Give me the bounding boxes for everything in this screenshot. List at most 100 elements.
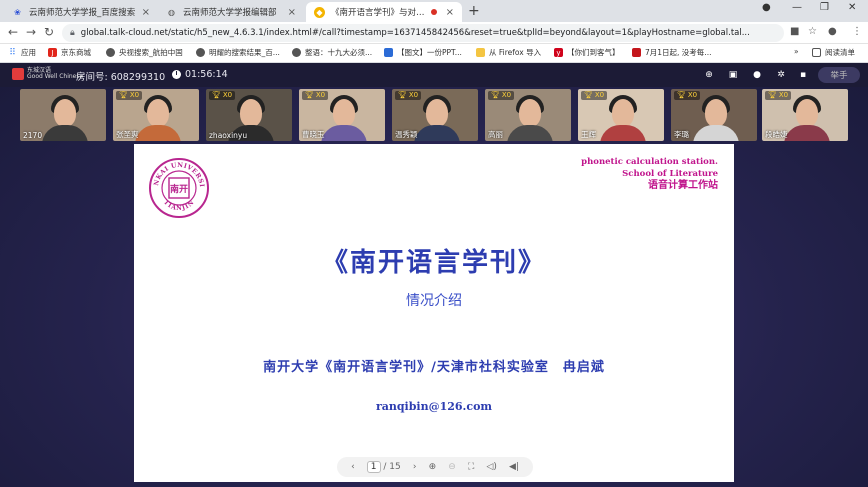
tab-talk-cloud[interactable]: ◆ 《南开语言学刊》与对外汉语 × <box>306 2 462 22</box>
trophy-icon: 🏆︎ <box>305 91 314 99</box>
camera-icon[interactable]: ■ <box>790 26 799 37</box>
video-tile[interactable]: 🏆︎ X0 李璐 <box>671 89 757 141</box>
trophy-icon: 🏆︎ <box>768 91 777 99</box>
bookmark-19th[interactable]: 整语：十九大必须... <box>292 47 372 58</box>
raise-hand-button[interactable]: 举手 <box>818 67 860 83</box>
video-tile[interactable]: 🏆︎ X0 段皓婕 <box>762 89 848 141</box>
video-tile[interactable]: 2170 <box>20 89 106 141</box>
logo-mark-icon <box>12 68 24 80</box>
fullscreen-icon[interactable]: ▪ <box>798 70 808 80</box>
minimize-icon[interactable]: — <box>792 2 802 13</box>
jd-icon: J <box>48 48 57 57</box>
room-number: 房间号: 608299310 <box>76 72 166 83</box>
reading-list[interactable]: 阅读清单 <box>812 47 855 58</box>
trophy-badge: 🏆︎ X0 <box>209 91 236 100</box>
sync-icon[interactable]: ⊕ <box>704 70 714 80</box>
volume-icon[interactable]: ◁) <box>486 462 496 472</box>
trophy-icon: 🏆︎ <box>677 91 686 99</box>
video-tile[interactable]: 🏆︎ X0 zhaoxinyu <box>206 89 292 141</box>
zoom-out-icon[interactable]: ⊖ <box>448 462 456 472</box>
url-input[interactable]: 🔒︎ global.talk-cloud.net/static/h5_new_4… <box>62 24 784 42</box>
close-icon[interactable]: × <box>142 7 150 18</box>
bookmark-cctv[interactable]: 央视搜索_航拍中国 <box>106 47 183 58</box>
classroom-app: 东城汉语 Good Well Chinese 房间号: 608299310 01… <box>0 63 868 487</box>
participant-name: 王辉 <box>581 130 596 139</box>
video-tile[interactable]: 🏆︎ X0 温秀颖 <box>392 89 478 141</box>
back-icon[interactable]: ← <box>8 25 18 39</box>
video-tile-strip: 2170 🏆︎X0 张圣爽 🏆︎X0 zhaoxinyu 🏆︎X0 曹晓玉 <box>20 89 848 141</box>
slide-title: 《南开语言学刊》 <box>321 248 546 278</box>
svg-text:TIANJIN: TIANJIN <box>162 199 196 212</box>
chat-icon[interactable]: ● <box>752 70 762 80</box>
tab-journal-editorial[interactable]: ◍ 云南师范大学学报编辑部 × <box>158 2 304 22</box>
reload-icon[interactable]: ↻ <box>44 25 54 39</box>
bookmark-ppt[interactable]: 【图文】一份PPT... <box>384 47 462 58</box>
bookmarks-bar: ⠿ 应用 J 京东商城 央视搜索_航拍中国 明耀的搜索结果_百... 整语：十九大必… <box>0 44 868 63</box>
lock-icon: 🔒︎ <box>70 28 75 38</box>
fullscreen-icon[interactable]: ⛶ <box>468 462 474 472</box>
participant-name: 张圣爽 <box>116 130 139 139</box>
bookmark-search-results[interactable]: 明耀的搜索结果_百... <box>196 47 280 58</box>
bookmarks-overflow[interactable]: » <box>794 47 799 56</box>
trophy-icon: 🏆︎ <box>584 91 593 99</box>
app-icon: ◆ <box>314 6 325 18</box>
folder-icon <box>476 48 485 57</box>
bookmark-jd[interactable]: J 京东商城 <box>48 47 91 58</box>
restore-icon[interactable]: ❐ <box>820 2 829 13</box>
bookmark-july1[interactable]: 7月1日起, 没考每... <box>632 47 711 58</box>
participant-name: 段皓婕 <box>765 130 788 139</box>
settings-icon[interactable]: ✲ <box>776 70 786 80</box>
tab-baidu-search[interactable]: ❀ 云南师范大学学报_百度搜索 × <box>4 2 158 22</box>
globe-icon: ◍ <box>168 7 175 17</box>
star-icon[interactable]: ☆ <box>808 26 817 37</box>
participant-name: 温秀颖 <box>395 130 418 139</box>
video-tile[interactable]: 🏆︎ X0 曹晓玉 <box>299 89 385 141</box>
video-tile[interactable]: 🏆︎ X0 高丽 <box>485 89 571 141</box>
app-logo: 东城汉语 Good Well Chinese <box>12 68 83 80</box>
trophy-icon: 🏆︎ <box>491 91 500 99</box>
close-window-icon[interactable]: ✕ <box>848 2 856 13</box>
trophy-badge: 🏆︎ X0 <box>581 91 608 100</box>
y-icon: y <box>554 48 563 57</box>
slide-pager: ‹ 1 / 15 › ⊕ ⊖ ⛶ ◁) ◀| <box>337 457 533 477</box>
account-icon[interactable]: ● <box>828 26 837 37</box>
trophy-badge: 🏆︎ X0 <box>116 91 143 100</box>
trophy-icon: 🏆︎ <box>398 91 407 99</box>
bookmark-firefox[interactable]: 从 Firefox 导入 <box>476 47 541 58</box>
close-icon[interactable]: × <box>446 7 454 18</box>
slide-author: 南开大学《南开语言学刊》/天津市社科实验室 冉启斌 <box>263 360 605 375</box>
video-tile[interactable]: 🏆︎ X0 张圣爽 <box>113 89 199 141</box>
toolbox-icon[interactable]: ▣ <box>728 70 738 80</box>
bookmark-apps[interactable]: ⠿ 应用 <box>8 47 36 58</box>
trophy-icon: 🏆︎ <box>212 91 221 99</box>
forward-icon[interactable]: → <box>26 25 36 39</box>
apps-grid-icon: ⠿ <box>9 47 16 58</box>
class-timer: 01:56:14 <box>172 69 228 80</box>
collapse-icon[interactable]: ◀| <box>509 462 519 472</box>
globe-icon <box>292 48 301 57</box>
trophy-badge: 🏆︎ X0 <box>395 91 422 100</box>
video-tile[interactable]: 🏆︎ X0 王辉 <box>578 89 664 141</box>
participant-name: 高丽 <box>488 130 503 139</box>
phonetic-station-slogan: phonetic calculation station. School of … <box>581 157 718 191</box>
trophy-badge: 🏆︎ X0 <box>674 91 701 100</box>
presentation-slide: NANKAI UNIVERSITY TIANJIN 南开 phonetic ca… <box>134 144 734 482</box>
participant-name: 2170 <box>23 131 43 140</box>
app-header: 东城汉语 Good Well Chinese 房间号: 608299310 01… <box>0 63 868 87</box>
trophy-badge: 🏆︎ X0 <box>765 91 792 100</box>
close-icon[interactable]: × <box>288 7 296 18</box>
profile-menu-icon[interactable]: ● <box>762 2 771 13</box>
slide-email: ranqibin@126.com <box>375 400 493 413</box>
prev-page-icon[interactable]: ‹ <box>351 462 355 472</box>
globe-icon <box>106 48 115 57</box>
bookmark-polite[interactable]: y 【你们到客气】 <box>554 47 620 58</box>
zoom-in-icon[interactable]: ⊕ <box>429 462 437 472</box>
page-number-input[interactable]: 1 <box>366 461 381 473</box>
new-tab-button[interactable]: + <box>468 3 480 19</box>
browser-tab-strip: ❀ 云南师范大学学报_百度搜索 × ◍ 云南师范大学学报编辑部 × ◆ 《南开语… <box>0 0 868 22</box>
participant-name: 曹晓玉 <box>302 130 325 139</box>
next-page-icon[interactable]: › <box>413 462 417 472</box>
menu-icon[interactable]: ⋮ <box>852 26 862 37</box>
globe-icon <box>196 48 205 57</box>
trophy-badge: 🏆︎ X0 <box>302 91 329 100</box>
